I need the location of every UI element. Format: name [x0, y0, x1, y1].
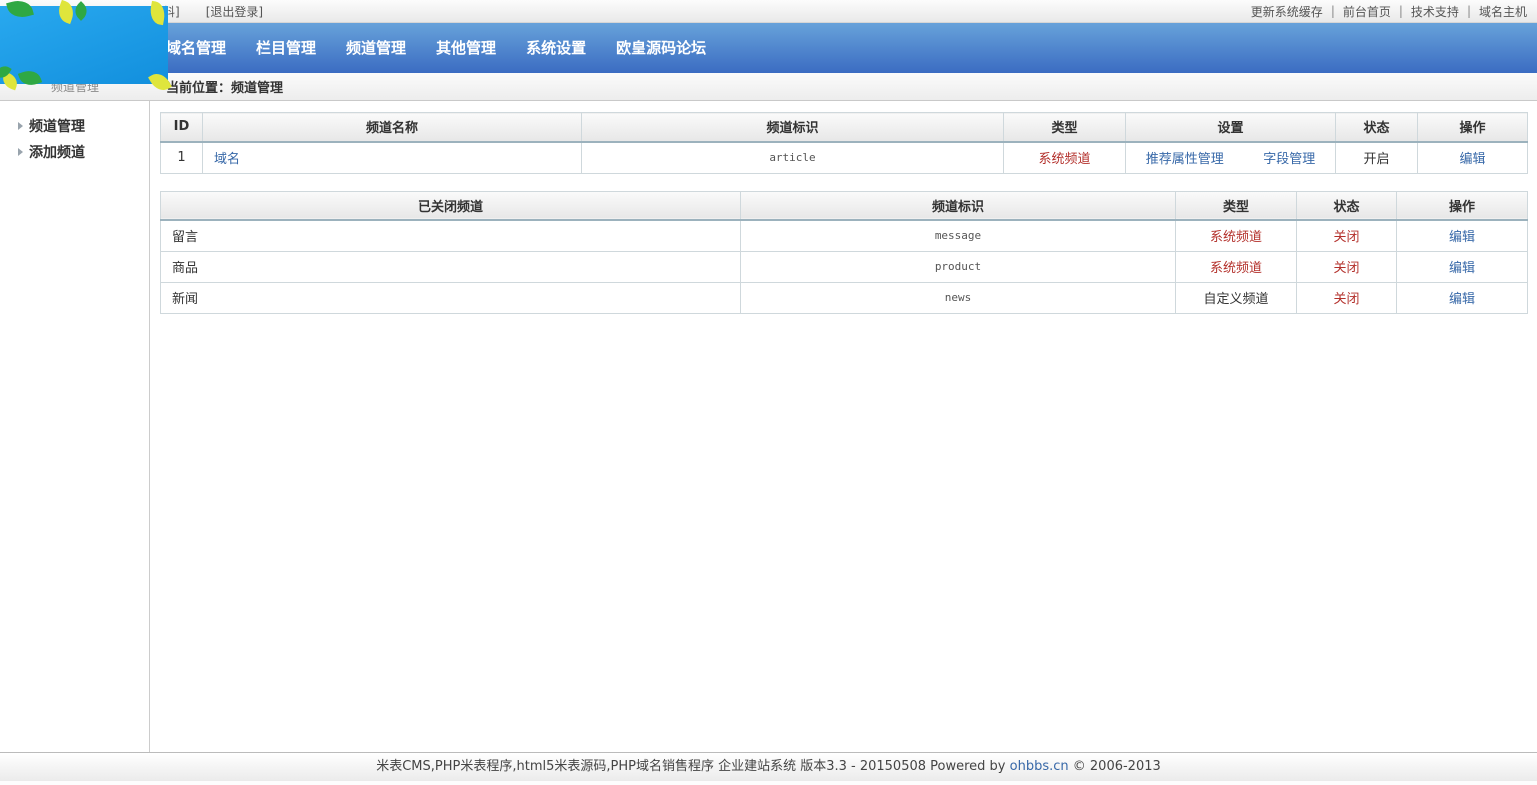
- col-header-slug: 频道标识: [582, 113, 1004, 142]
- separator: |: [1399, 4, 1403, 18]
- content-panel: ID 频道名称 频道标识 类型 设置 状态 操作 1 域名 article 系统…: [150, 101, 1537, 752]
- table-row: 留言 message 系统频道 关闭 编辑: [161, 220, 1528, 251]
- nav-item-column-management[interactable]: 栏目管理: [241, 23, 331, 73]
- channel-name: 留言: [161, 220, 741, 251]
- col-header-closed-name: 已关闭频道: [161, 191, 741, 220]
- channel-name: 新闻: [161, 282, 741, 313]
- col-header-settings: 设置: [1126, 113, 1336, 142]
- tech-support-link[interactable]: 技术支持: [1411, 3, 1459, 20]
- channel-name: 商品: [161, 251, 741, 282]
- table-header-row: 已关闭频道 频道标识 类型 状态 操作: [161, 191, 1528, 220]
- col-header-action: 操作: [1418, 113, 1528, 142]
- bottom-strip: [0, 781, 1537, 785]
- closed-channels-table: 已关闭频道 频道标识 类型 状态 操作 留言 message 系统频道 关闭 编…: [160, 191, 1528, 314]
- table-row: 新闻 news 自定义频道 关闭 编辑: [161, 282, 1528, 313]
- top-bar-account-links: 料] [退出登录]: [163, 3, 263, 20]
- logout-link[interactable]: [退出登录]: [206, 3, 263, 20]
- arrow-right-icon: [18, 148, 23, 156]
- edit-link[interactable]: 编辑: [1449, 230, 1475, 245]
- channel-type: 系统频道: [1176, 220, 1297, 251]
- col-header-type: 类型: [1176, 191, 1297, 220]
- footer-copyright: © 2006-2013: [1069, 759, 1161, 774]
- channel-slug: news: [741, 282, 1176, 313]
- col-header-status: 状态: [1297, 191, 1397, 220]
- open-channels-table: ID 频道名称 频道标识 类型 设置 状态 操作 1 域名 article 系统…: [160, 112, 1528, 174]
- sidebar: 频道管理 添加频道: [0, 101, 150, 752]
- col-header-id: ID: [161, 113, 203, 142]
- domain-host-link[interactable]: 域名主机: [1479, 3, 1527, 20]
- nav-item-system-settings[interactable]: 系统设置: [511, 23, 601, 73]
- arrow-right-icon: [18, 122, 23, 130]
- separator: |: [1467, 4, 1471, 18]
- channel-name-link[interactable]: 域名: [214, 152, 240, 167]
- channel-status: 关闭: [1297, 220, 1397, 251]
- nav-item-channel-management[interactable]: 频道管理: [331, 23, 421, 73]
- main-area: 频道管理 添加频道 ID 频道名称 频道标识 类型 设置 状态 操作: [0, 101, 1537, 752]
- refresh-cache-link[interactable]: 更新系统缓存: [1251, 3, 1323, 20]
- col-header-slug: 频道标识: [741, 191, 1176, 220]
- col-header-type: 类型: [1004, 113, 1126, 142]
- field-management-link[interactable]: 字段管理: [1263, 148, 1315, 167]
- footer: 米表CMS,PHP米表程序,html5米表源码,PHP域名销售程序 企业建站系统…: [0, 752, 1537, 781]
- main-nav: 域名管理 栏目管理 频道管理 其他管理 系统设置 欧皇源码论坛: [0, 23, 1537, 73]
- sidebar-item-label: 添加频道: [29, 142, 85, 162]
- sidebar-item-channel-management[interactable]: 频道管理: [0, 113, 149, 139]
- nav-item-forum-link[interactable]: 欧皇源码论坛: [601, 23, 721, 73]
- channel-slug: product: [741, 251, 1176, 282]
- channel-type: 系统频道: [1004, 142, 1126, 174]
- channel-type: 系统频道: [1176, 251, 1297, 282]
- channel-slug: article: [582, 142, 1004, 174]
- edit-link[interactable]: 编辑: [1449, 292, 1475, 307]
- front-home-link[interactable]: 前台首页: [1343, 3, 1391, 20]
- col-header-name: 频道名称: [203, 113, 582, 142]
- breadcrumb-bar: 频道管理 当前位置：频道管理: [0, 73, 1537, 101]
- col-header-status: 状态: [1336, 113, 1418, 142]
- channel-slug: message: [741, 220, 1176, 251]
- channel-id: 1: [161, 142, 203, 174]
- channel-status: 关闭: [1297, 251, 1397, 282]
- separator: |: [1331, 4, 1335, 18]
- col-header-action: 操作: [1397, 191, 1528, 220]
- channel-type: 自定义频道: [1176, 282, 1297, 313]
- nav-item-other-management[interactable]: 其他管理: [421, 23, 511, 73]
- footer-text: 米表CMS,PHP米表程序,html5米表源码,PHP域名销售程序 企业建站系统…: [376, 759, 1009, 774]
- sidebar-item-add-channel[interactable]: 添加频道: [0, 139, 149, 165]
- table-row: 1 域名 article 系统频道 推荐属性管理 字段管理 开启 编辑: [161, 142, 1528, 174]
- top-bar: 料] [退出登录] 更新系统缓存 | 前台首页 | 技术支持 | 域名主机: [0, 0, 1537, 23]
- table-row: 商品 product 系统频道 关闭 编辑: [161, 251, 1528, 282]
- table-header-row: ID 频道名称 频道标识 类型 设置 状态 操作: [161, 113, 1528, 142]
- footer-ohbbs-link[interactable]: ohbbs.cn: [1010, 759, 1069, 774]
- channel-status: 关闭: [1297, 282, 1397, 313]
- edit-link[interactable]: 编辑: [1449, 261, 1475, 276]
- site-logo[interactable]: [0, 6, 168, 84]
- edit-link[interactable]: 编辑: [1459, 152, 1485, 167]
- top-bar-quick-links: 更新系统缓存 | 前台首页 | 技术支持 | 域名主机: [1251, 3, 1537, 20]
- channel-status: 开启: [1336, 142, 1418, 174]
- sidebar-item-label: 频道管理: [29, 116, 85, 136]
- recommend-attrs-link[interactable]: 推荐属性管理: [1146, 148, 1224, 167]
